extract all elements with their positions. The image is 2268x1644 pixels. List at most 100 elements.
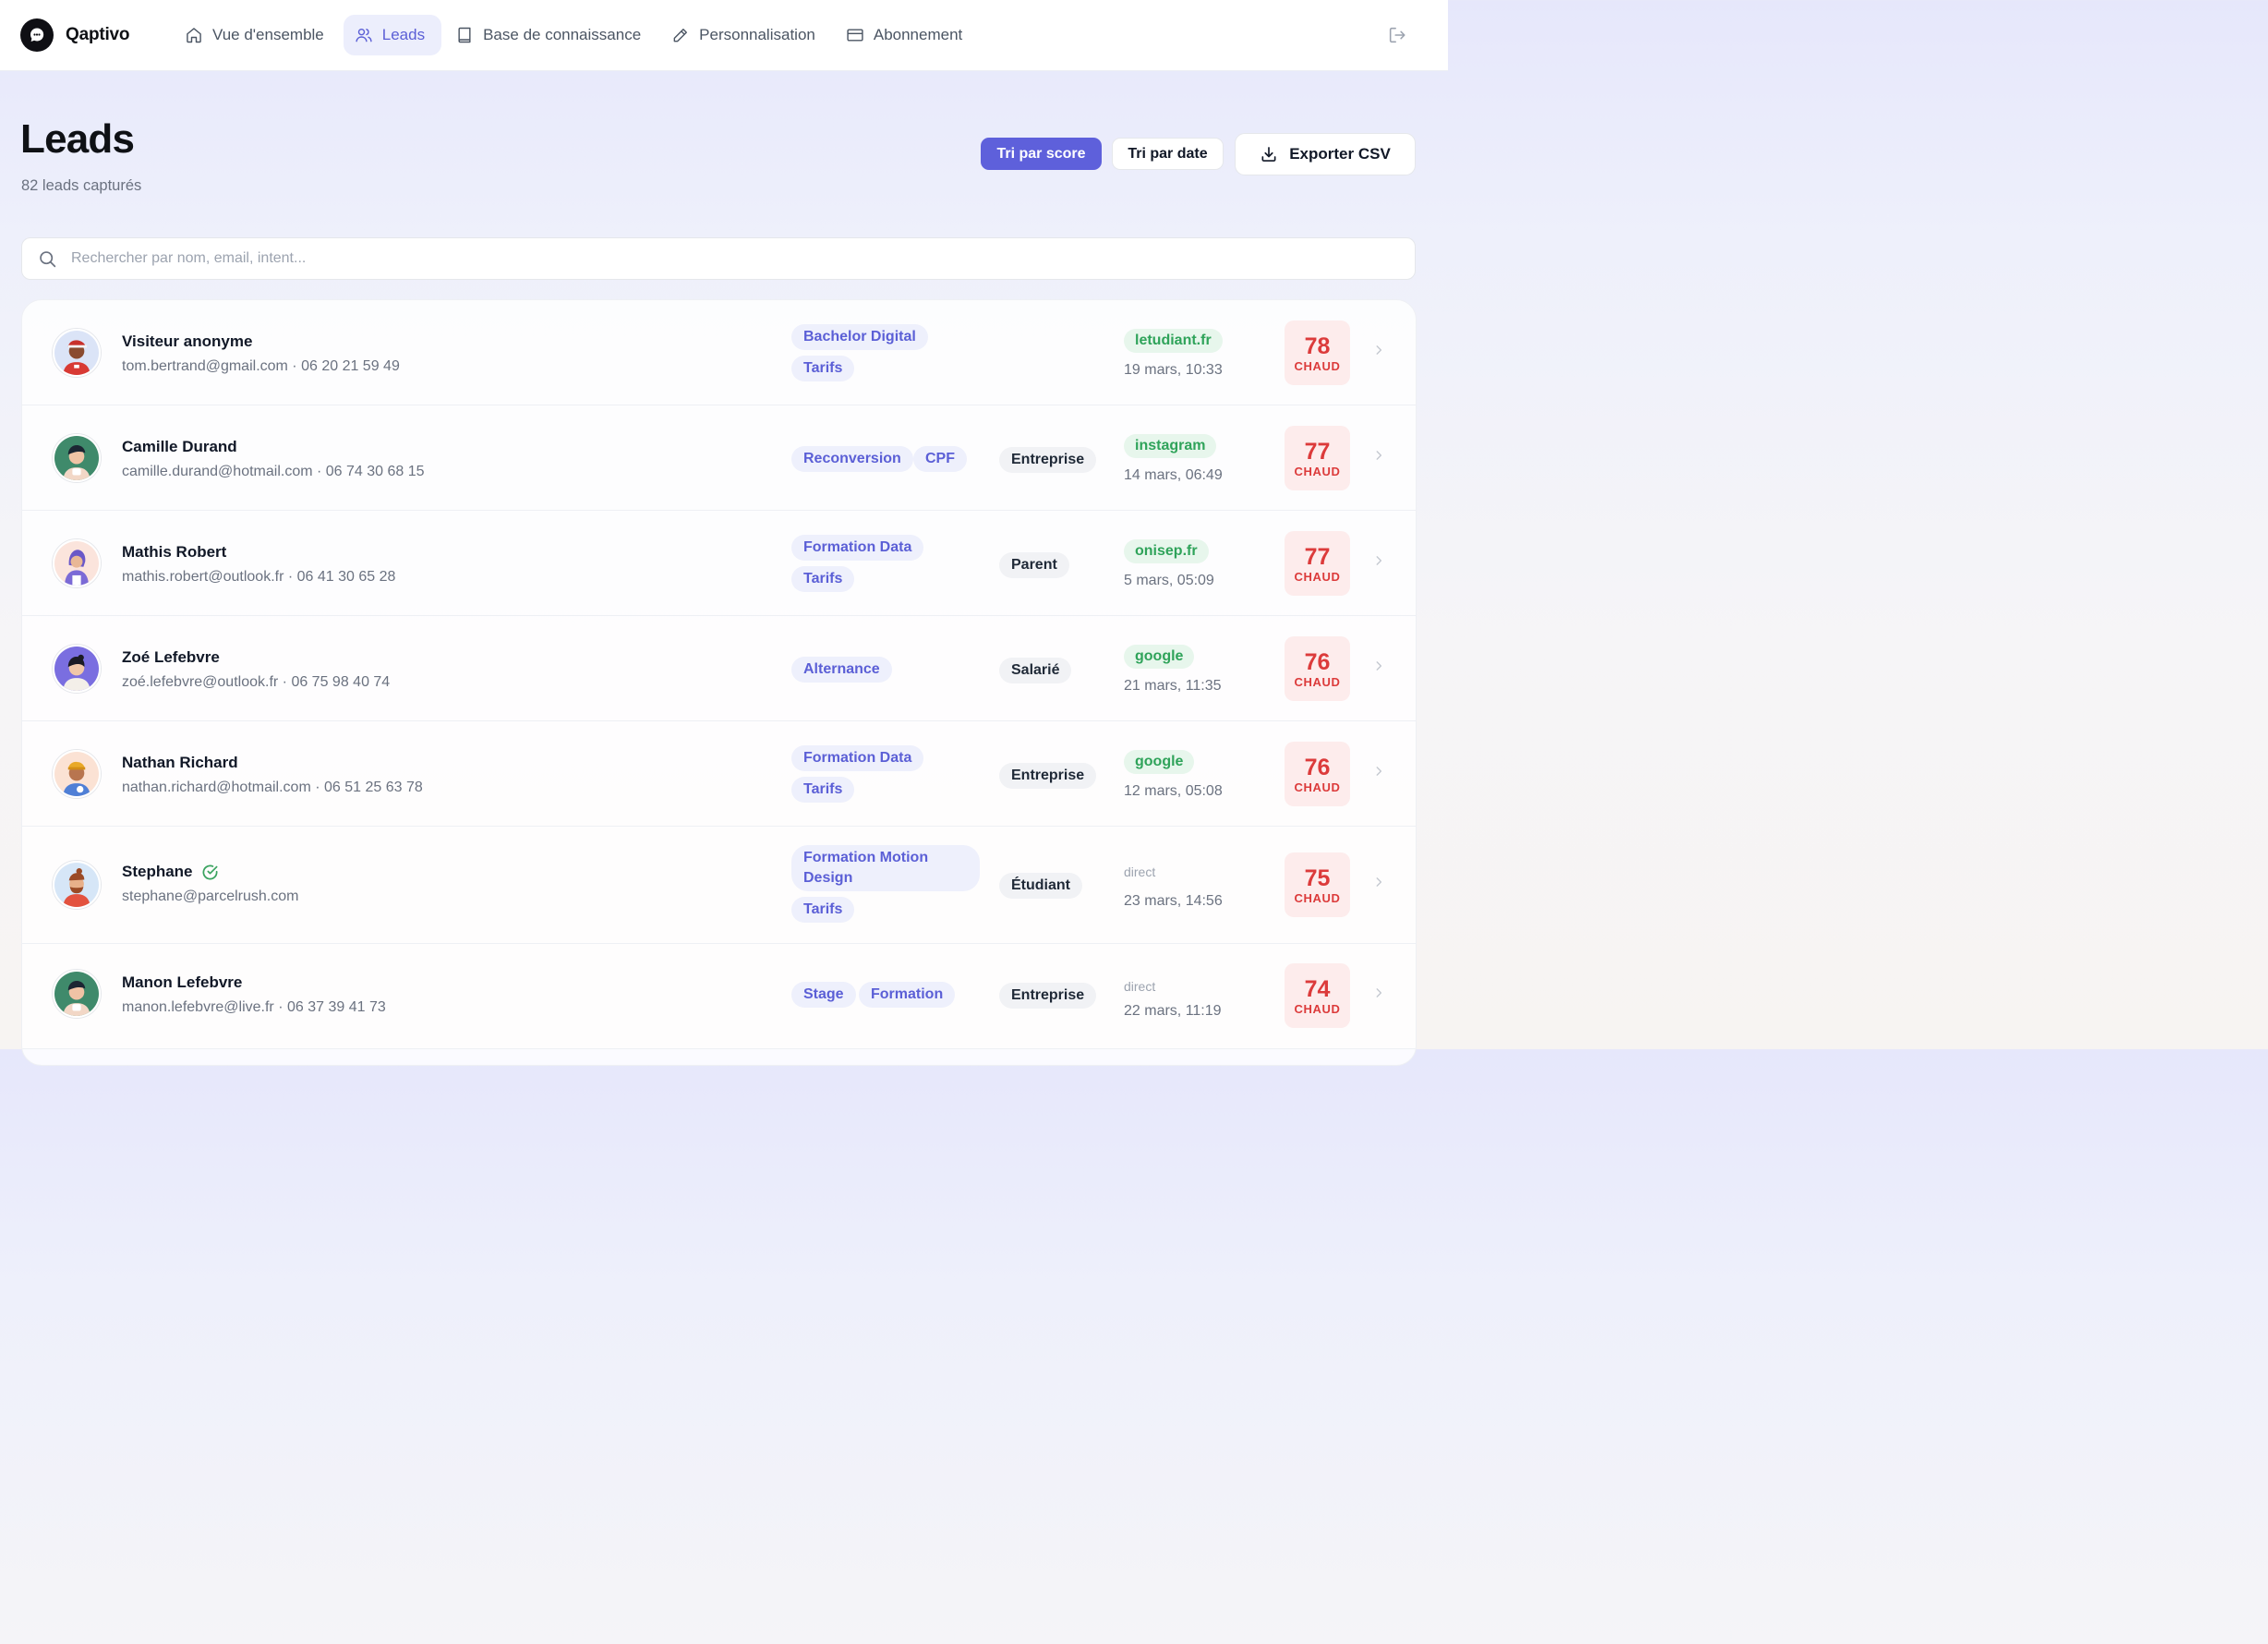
- search-icon: [40, 250, 56, 267]
- sort-by-date-button[interactable]: Tri par date: [1112, 138, 1224, 170]
- score-value: 76: [1304, 648, 1331, 675]
- lead-date: 22 mars, 11:19: [1124, 1003, 1222, 1019]
- credit-card-icon: [847, 29, 863, 42]
- intent-tag: Reconversion: [791, 446, 913, 472]
- lead-score: 75 CHAUD: [1285, 852, 1350, 917]
- source-badge: instagram: [1124, 434, 1217, 458]
- intent-tag: Formation Data: [791, 535, 924, 561]
- qaptivo-logo-icon: [20, 18, 54, 52]
- chevron-right-icon[interactable]: [1372, 344, 1385, 357]
- score-label: CHAUD: [1294, 358, 1341, 373]
- intent-tag: Formation Motion Design: [791, 845, 980, 891]
- chevron-right-icon[interactable]: [1372, 986, 1385, 999]
- main-nav: Vue d'ensemble Leads Base de connaissanc…: [174, 15, 982, 55]
- lead-name-text: Manon Lefebvre: [122, 973, 243, 991]
- avatar: [53, 539, 101, 587]
- brand[interactable]: Qaptivo: [20, 18, 130, 52]
- logout-icon[interactable]: [1387, 25, 1407, 45]
- lead-date: 19 mars, 10:33: [1124, 362, 1223, 378]
- score-label: CHAUD: [1294, 674, 1341, 689]
- lead-score: 77 CHAUD: [1285, 426, 1350, 490]
- score-label: CHAUD: [1294, 569, 1341, 584]
- lead-contact: manon.lefebvre@live.fr · 06 37 39 41 73: [122, 999, 386, 1015]
- lead-row[interactable]: Stephane stephane@parcelrush.com Formati…: [22, 827, 1416, 944]
- lead-contact: mathis.robert@outlook.fr · 06 41 30 65 2…: [122, 569, 396, 585]
- score-label: CHAUD: [1294, 464, 1341, 478]
- lead-contact: nathan.richard@hotmail.com · 06 51 25 63…: [122, 780, 423, 795]
- score-value: 74: [1304, 975, 1331, 1002]
- lead-row[interactable]: Nathan Richard nathan.richard@hotmail.co…: [22, 721, 1416, 827]
- nav-item-personalization[interactable]: Personnalisation: [660, 15, 832, 55]
- source-badge: google: [1124, 750, 1195, 774]
- nav-item-leads[interactable]: Leads: [343, 15, 442, 55]
- intent-tag: Stage: [791, 982, 856, 1008]
- lead-score: 77 CHAUD: [1285, 531, 1350, 596]
- lead-date: 23 mars, 14:56: [1124, 893, 1223, 909]
- avatar: [53, 329, 101, 377]
- score-value: 78: [1304, 332, 1331, 359]
- intent-tag: Formation Data: [791, 745, 924, 771]
- lead-name-text: Camille Durand: [122, 438, 237, 455]
- intent-tag: CPF: [913, 446, 967, 472]
- nav-label: Personnalisation: [699, 26, 815, 43]
- lead-score: 76 CHAUD: [1285, 636, 1350, 701]
- avatar: [53, 645, 101, 693]
- score-label: CHAUD: [1294, 780, 1341, 794]
- lead-contact: tom.bertrand@gmail.com · 06 20 21 59 49: [122, 358, 400, 374]
- lead-name-text: Visiteur anonyme: [122, 332, 253, 350]
- intent-tag: Alternance: [791, 657, 892, 683]
- lead-row[interactable]: Manon Lefebvre manon.lefebvre@live.fr · …: [22, 944, 1416, 1049]
- intent-tag: Tarifs: [791, 356, 855, 381]
- leads-list: Visiteur anonyme tom.bertrand@gmail.com …: [21, 299, 1417, 1066]
- lead-name: Visiteur anonyme: [122, 332, 252, 351]
- lead-row[interactable]: Visiteur anonyme tom.bertrand@gmail.com …: [22, 300, 1416, 405]
- lead-score: 74 CHAUD: [1285, 963, 1350, 1028]
- lead-contact: zoé.lefebvre@outlook.fr · 06 75 98 40 74: [122, 674, 391, 690]
- leads-count: 82 leads capturés: [21, 177, 142, 194]
- lead-date: 21 mars, 11:35: [1124, 678, 1222, 694]
- nav-item-overview[interactable]: Vue d'ensemble: [174, 15, 341, 55]
- page-title: Leads: [20, 116, 135, 162]
- avatar: [53, 750, 101, 798]
- intent-tag: Formation: [859, 982, 956, 1008]
- profile-badge: Étudiant: [999, 873, 1082, 899]
- search-input[interactable]: [71, 250, 1272, 267]
- lead-date: 5 mars, 05:09: [1124, 573, 1214, 588]
- top-navigation-bar: Qaptivo Vue d'ensemble Leads Base de con…: [0, 0, 1448, 71]
- lead-name: Mathis Robert: [122, 543, 226, 562]
- lead-name-text: Nathan Richard: [122, 754, 238, 771]
- chevron-right-icon[interactable]: [1372, 449, 1385, 462]
- export-csv-label: Exporter CSV: [1289, 145, 1391, 163]
- users-icon: [356, 28, 372, 42]
- nav-item-subscription[interactable]: Abonnement: [835, 15, 979, 55]
- profile-badge: Parent: [999, 552, 1069, 578]
- chevron-right-icon[interactable]: [1372, 554, 1385, 567]
- lead-row[interactable]: Zoé Lefebvre zoé.lefebvre@outlook.fr · 0…: [22, 616, 1416, 721]
- search-bar: [21, 237, 1416, 280]
- score-value: 77: [1304, 543, 1331, 570]
- export-csv-button[interactable]: Exporter CSV: [1235, 133, 1416, 175]
- chevron-right-icon[interactable]: [1372, 765, 1385, 778]
- chevron-right-icon[interactable]: [1372, 876, 1385, 888]
- source-badge: letudiant.fr: [1124, 329, 1223, 353]
- home-icon: [187, 28, 201, 43]
- verified-check-icon: [202, 864, 218, 879]
- score-label: CHAUD: [1294, 1001, 1341, 1016]
- lead-name-text: Zoé Lefebvre: [122, 648, 220, 666]
- score-value: 77: [1304, 438, 1331, 465]
- lead-contact: camille.durand@hotmail.com · 06 74 30 68…: [122, 464, 425, 479]
- score-value: 76: [1304, 754, 1331, 780]
- nav-label: Leads: [381, 26, 426, 43]
- intent-tag: Tarifs: [791, 777, 855, 803]
- nav-label: Abonnement: [873, 26, 963, 43]
- lead-name: Nathan Richard: [122, 754, 238, 772]
- lead-row[interactable]: Camille Durand camille.durand@hotmail.co…: [22, 405, 1416, 511]
- lead-row[interactable]: Mathis Robert mathis.robert@outlook.fr ·…: [22, 511, 1416, 616]
- lead-name-text: Mathis Robert: [122, 543, 227, 561]
- pencil-icon: [673, 29, 688, 42]
- profile-badge: Entreprise: [999, 447, 1097, 473]
- chevron-right-icon[interactable]: [1372, 659, 1385, 672]
- nav-item-knowledge-base[interactable]: Base de connaissance: [444, 15, 657, 55]
- source-badge: direct: [1124, 864, 1156, 879]
- sort-by-score-button[interactable]: Tri par score: [981, 138, 1102, 170]
